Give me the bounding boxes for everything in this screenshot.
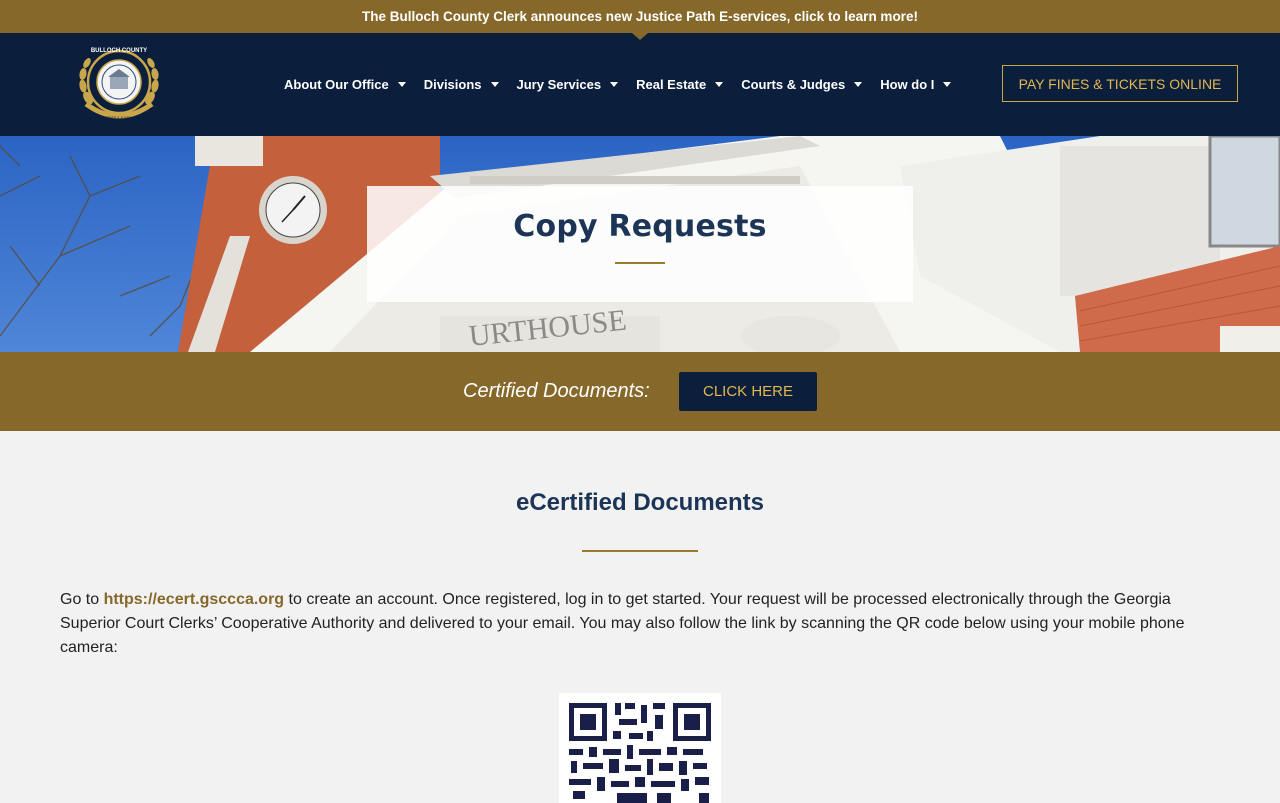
certified-documents-band: Certified Documents: CLICK HERE <box>0 352 1280 431</box>
nav-label: Divisions <box>423 77 482 92</box>
announcement-pointer <box>632 33 648 40</box>
nav-divisions[interactable]: Divisions <box>424 77 499 92</box>
nav-label: Jury Services <box>516 77 602 92</box>
pay-fines-button[interactable]: PAY FINES & TICKETS ONLINE <box>1002 65 1238 102</box>
nav-label: Real Estate <box>636 77 707 92</box>
chevron-down-icon <box>397 82 406 87</box>
announcement-bar[interactable]: The Bulloch County Clerk announces new J… <box>0 0 1280 33</box>
site-header: BULLOCH COUNTY SUPERIOR, STATE & JUVENIL… <box>0 33 1280 136</box>
qr-code <box>559 693 721 803</box>
county-seal-logo[interactable]: BULLOCH COUNTY SUPERIOR, STATE & JUVENIL… <box>76 44 162 126</box>
nav-label: About Our Office <box>284 77 389 92</box>
nav-jury-services[interactable]: Jury Services <box>517 77 619 92</box>
section-divider <box>582 550 698 552</box>
certified-documents-label: Certified Documents: <box>463 380 650 402</box>
chevron-down-icon <box>854 82 863 87</box>
chevron-down-icon <box>715 82 724 87</box>
section-title: eCertified Documents <box>515 489 765 516</box>
main-nav: About Our Office Divisions Jury Services… <box>284 33 969 136</box>
chevron-down-icon <box>490 82 499 87</box>
nav-label: Courts & Judges <box>741 77 846 92</box>
announcement-text[interactable]: The Bulloch County Clerk announces new J… <box>362 9 918 24</box>
logo-top-text: BULLOCH COUNTY <box>91 48 147 54</box>
click-here-button[interactable]: CLICK HERE <box>679 372 817 411</box>
hero-title-box: Copy Requests <box>367 186 913 302</box>
nav-real-estate[interactable]: Real Estate <box>636 77 724 92</box>
logo-bottom-text: SUPERIOR, STATE & JUVENILE COURTS <box>85 116 153 120</box>
title-divider <box>615 262 665 264</box>
ecert-link[interactable]: https://ecert.gsccca.org <box>104 591 285 608</box>
nav-label: How do I <box>880 77 935 92</box>
page-title: Copy Requests <box>513 209 767 244</box>
nav-courts-judges[interactable]: Courts & Judges <box>741 77 863 92</box>
chevron-down-icon <box>943 82 952 87</box>
chevron-down-icon <box>610 82 619 87</box>
nav-how-do-i[interactable]: How do I <box>880 77 952 92</box>
hero-banner: URTHOUSE Copy Requests <box>0 136 1280 352</box>
section-body: Go to https://ecert.gsccca.org to create… <box>60 588 1220 660</box>
nav-about-our-office[interactable]: About Our Office <box>284 77 406 92</box>
body-text-start: Go to <box>60 591 104 608</box>
